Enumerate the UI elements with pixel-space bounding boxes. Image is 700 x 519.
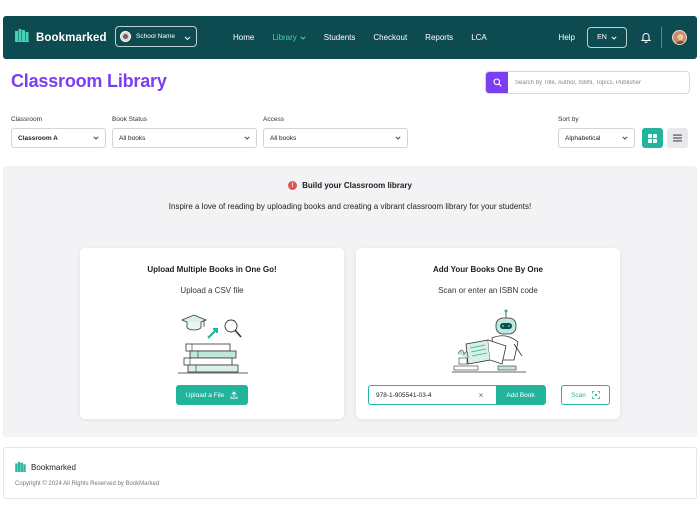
school-avatar <box>120 31 131 42</box>
book-status-select[interactable]: All books <box>112 128 257 148</box>
search-input[interactable] <box>508 79 688 86</box>
chevron-down-icon <box>622 136 628 140</box>
isbn-card-subtitle: Scan or enter an ISBN code <box>438 286 538 295</box>
robot-reading-illustration <box>452 308 526 379</box>
book-logo-icon <box>15 28 30 47</box>
scan-label: Scan <box>571 391 586 399</box>
book-status-label: Book Status <box>112 116 148 123</box>
footer: Bookmarked Copyright © 2024 All Rights R… <box>3 447 697 499</box>
search-button[interactable] <box>486 72 508 93</box>
chevron-down-icon <box>93 136 99 140</box>
nav-reports[interactable]: Reports <box>425 33 453 42</box>
top-navbar: Bookmarked School Name Home Library Stud… <box>3 16 697 59</box>
alert-icon: ! <box>288 181 298 190</box>
clear-icon[interactable]: × <box>475 391 487 400</box>
upload-file-button[interactable]: Upload a File <box>176 385 248 405</box>
chevron-down-icon <box>300 35 306 40</box>
copyright-text: Copyright © 2024 All Rights Reserved by … <box>15 481 160 487</box>
classroom-select[interactable]: Classroom A <box>11 128 106 148</box>
access-label: Access <box>263 116 284 123</box>
isbn-card: Add Your Books One By One Scan or enter … <box>356 248 620 419</box>
list-view-icon <box>673 134 682 142</box>
nav-lca[interactable]: LCA <box>471 33 487 42</box>
footer-brand[interactable]: Bookmarked <box>15 462 76 472</box>
book-status-filter: Book Status All books <box>112 116 257 148</box>
book-status-value: All books <box>119 134 146 142</box>
chevron-down-icon <box>184 28 191 46</box>
sort-label: Sort by <box>558 116 579 123</box>
brand[interactable]: Bookmarked <box>15 28 107 47</box>
books-illustration <box>178 308 248 379</box>
nav-divider <box>661 27 662 48</box>
isbn-field: × Add Book <box>368 385 546 405</box>
classroom-label: Classroom <box>11 116 43 123</box>
classroom-value: Classroom A <box>18 134 58 142</box>
language-select[interactable]: EN <box>587 27 627 48</box>
nav-right: Help EN <box>559 16 687 59</box>
sort-filter: Sort by Alphabetical <box>558 116 635 148</box>
access-filter: Access All books <box>263 116 408 148</box>
nav-home[interactable]: Home <box>233 33 254 42</box>
notice-text: Inspire a love of reading by uploading b… <box>168 202 532 211</box>
isbn-card-title: Add Your Books One By One <box>433 265 543 274</box>
upload-icon <box>230 391 238 399</box>
bell-icon[interactable] <box>641 32 651 43</box>
nav-library[interactable]: Library <box>272 33 306 42</box>
language-label: EN <box>597 34 607 41</box>
list-view-button[interactable] <box>667 128 688 148</box>
page-title: Classroom Library <box>11 71 167 91</box>
access-select[interactable]: All books <box>263 128 408 148</box>
chevron-down-icon <box>611 35 617 40</box>
notice-title: Build your Classroom library <box>302 181 412 190</box>
book-logo-icon <box>15 462 27 472</box>
help-link[interactable]: Help <box>559 33 575 42</box>
sort-value: Alphabetical <box>565 134 601 142</box>
nav-checkout[interactable]: Checkout <box>373 33 407 42</box>
user-avatar[interactable] <box>672 30 687 45</box>
nav-links: Home Library Students Checkout Reports L… <box>233 16 505 59</box>
add-book-button[interactable]: Add Book <box>496 385 545 405</box>
grid-view-icon <box>648 133 657 143</box>
isbn-input[interactable] <box>369 391 475 399</box>
scan-button[interactable]: Scan <box>561 385 610 405</box>
sort-select[interactable]: Alphabetical <box>558 128 635 148</box>
upload-card-title: Upload Multiple Books in One Go! <box>147 265 277 274</box>
empty-library-panel: ! Build your Classroom library Inspire a… <box>3 166 697 437</box>
footer-brand-name: Bookmarked <box>31 462 76 472</box>
brand-name: Bookmarked <box>36 31 107 44</box>
grid-view-button[interactable] <box>642 128 663 148</box>
page: Bookmarked School Name Home Library Stud… <box>0 0 700 519</box>
search-icon <box>492 78 502 87</box>
classroom-filter: Classroom Classroom A <box>11 116 106 148</box>
access-value: All books <box>270 134 297 142</box>
school-select[interactable]: School Name <box>115 26 197 47</box>
nav-library-label: Library <box>272 33 297 42</box>
school-name: School Name <box>136 33 176 40</box>
upload-card: Upload Multiple Books in One Go! Upload … <box>80 248 344 419</box>
nav-students[interactable]: Students <box>324 33 356 42</box>
chevron-down-icon <box>395 136 401 140</box>
chevron-down-icon <box>244 136 250 140</box>
notice-heading: ! Build your Classroom library <box>3 181 697 190</box>
upload-card-subtitle: Upload a CSV file <box>180 286 244 295</box>
search-box <box>485 71 690 94</box>
upload-file-label: Upload a File <box>185 391 225 399</box>
scan-icon <box>592 391 600 399</box>
